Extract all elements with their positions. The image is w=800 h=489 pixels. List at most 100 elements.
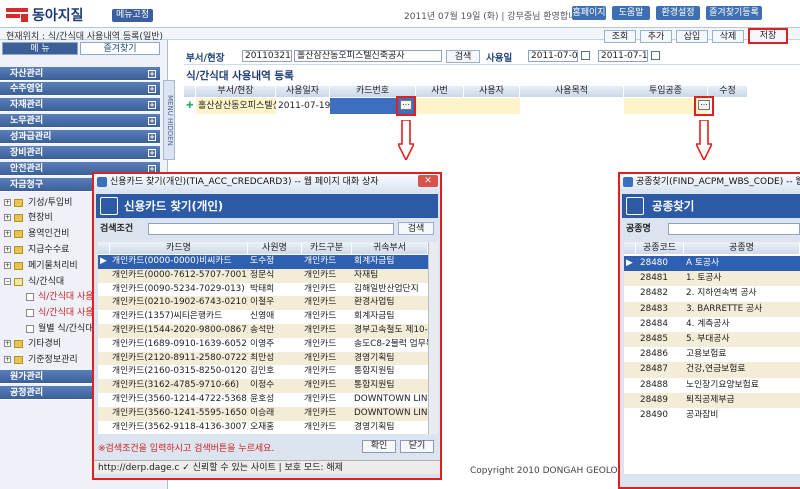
wbs-table-row[interactable]: ▶ 28480 A 토공사 bbox=[624, 256, 800, 272]
wbs-table-row[interactable]: 28488 노인장기요양보험료 bbox=[624, 378, 800, 393]
grid-header-dept[interactable]: 부서/현장 bbox=[196, 86, 276, 97]
insert-button[interactable]: 삽입 bbox=[676, 30, 708, 43]
grid-header-purpose[interactable]: 사용목적 bbox=[520, 86, 624, 97]
query-button[interactable]: 조회 bbox=[604, 30, 636, 43]
card-table-cell: 경부고속철도 제10-1 bbox=[354, 324, 428, 335]
date-to-input[interactable]: 2011-07-19 bbox=[598, 50, 648, 62]
card-table-row[interactable]: 개인카드(0090-5234-7029-013) 박태희 개인카드 김해일반산업단지 bbox=[98, 283, 428, 297]
sidebar-tab-favorites[interactable]: 즐겨찾기 bbox=[80, 42, 160, 55]
wbs-table-cell: 28480 bbox=[640, 258, 668, 268]
card-table-cell: 개인카드(3560-1214-4722-5368) bbox=[112, 393, 248, 404]
folder-icon bbox=[14, 262, 23, 270]
expand-icon: + bbox=[4, 246, 11, 253]
card-table-row[interactable]: 개인카드(3560-1241-5595-1650) 이승래 개인카드 DOWNTOWN… bbox=[98, 406, 428, 421]
calendar-icon[interactable] bbox=[581, 51, 590, 60]
close-icon[interactable]: ✕ bbox=[418, 175, 438, 187]
wbs-table-row[interactable]: 28483 3. BARRETTE 공사 bbox=[624, 301, 800, 317]
card-table-row[interactable]: 개인카드(1544-2020-9800-0867) 송석만 개인카드 경부고속철도 제… bbox=[98, 323, 428, 338]
card-table-cell: 자재팀 bbox=[354, 269, 379, 280]
wbs-table-cell: 28484 bbox=[640, 318, 668, 329]
col-dept[interactable]: 귀속부서 bbox=[352, 242, 428, 254]
grid-cell-empno[interactable] bbox=[416, 98, 464, 114]
col-wbs-name[interactable]: 공종명 bbox=[684, 242, 800, 254]
wbs-table-row[interactable]: 28489 퇴직공제부금 bbox=[624, 392, 800, 408]
wbs-table-cell: 건강,연금보험료 bbox=[686, 364, 746, 375]
grid-cell-purpose[interactable] bbox=[520, 98, 624, 114]
grid-cell-date[interactable]: 2011-07-19 bbox=[276, 98, 330, 114]
card-table-row[interactable]: 개인카드(3162-4785-9710-66) 이정수 개인카드 통합지원팀 bbox=[98, 379, 428, 393]
sidebar-category-labor[interactable]: 노무관리 + bbox=[0, 114, 160, 128]
close-label: 닫기 bbox=[408, 441, 426, 451]
sidebar-category-bonus[interactable]: 성과급관리 + bbox=[0, 130, 160, 144]
card-search-input[interactable] bbox=[148, 223, 394, 235]
homepage-button[interactable]: 홈페이지 bbox=[572, 6, 606, 20]
settings-button[interactable]: 환경설정 bbox=[656, 6, 700, 20]
card-table-row[interactable]: 개인카드(3562-9118-4136-3007) 오재홍 개인카드 경영기획팀 bbox=[98, 421, 428, 435]
wbs-lookup-button[interactable]: … bbox=[698, 99, 710, 110]
calendar-icon[interactable] bbox=[651, 51, 660, 60]
wbs-table-row[interactable]: 28487 건강,연금보험료 bbox=[624, 362, 800, 378]
grid-header-user[interactable]: 사용자 bbox=[464, 86, 520, 97]
card-table-row[interactable]: 개인카드(3560-1214-4722-5368) 윤호성 개인카드 DOWNTOWN… bbox=[98, 393, 428, 407]
card-table-row[interactable]: 개인카드(0210-1902-6743-0210) 이철우 개인카드 환경사업팀 bbox=[98, 296, 428, 311]
save-button[interactable]: 저장 bbox=[748, 28, 788, 44]
menu-hide-tab[interactable]: MENU HIDDEN bbox=[163, 80, 175, 160]
sidebar-category-equipment[interactable]: 장비관리 + bbox=[0, 146, 160, 160]
col-wbs-code[interactable]: 공종코드 bbox=[636, 242, 684, 254]
page-icon bbox=[26, 309, 34, 317]
wbs-table-row[interactable]: 28484 4. 계측공사 bbox=[624, 317, 800, 332]
card-search-button[interactable]: 검색 bbox=[398, 222, 434, 235]
col-employee[interactable]: 사원명 bbox=[248, 242, 302, 254]
card-table-cell: 개인카드 bbox=[304, 393, 337, 404]
grid-cell-dept[interactable]: 홀산삼산동오피스텔신 bbox=[196, 98, 276, 114]
card-table-row[interactable]: ▶ 개인카드(0000-0000)비씨카드 도수정 개인카드 회계자금팀 bbox=[98, 255, 428, 269]
sidebar-category-assets[interactable]: 자산관리 + bbox=[0, 67, 160, 81]
sidebar-category-label: 장비관리 bbox=[10, 148, 44, 158]
bookmark-add-button[interactable]: 즐겨찾기등록 bbox=[706, 6, 762, 20]
wbs-table-row[interactable]: 28482 2. 지하연속벽 공사 bbox=[624, 286, 800, 301]
user-greeting: 2011년 07월 19일 (화) | 강무중님 환영합니다. bbox=[404, 12, 588, 22]
card-confirm-button[interactable]: 확인 bbox=[362, 440, 396, 453]
card-table-cell: DOWNTOWN LINE STAGE bbox=[354, 407, 428, 418]
card-lookup-button[interactable]: … bbox=[400, 99, 412, 110]
wbs-table-cell: 28487 bbox=[640, 364, 668, 375]
card-table-scrollbar[interactable] bbox=[428, 242, 438, 434]
date-from-input[interactable]: 2011-07-01 bbox=[528, 50, 578, 62]
card-table-cell: 개인카드(0000-7612-5707-7001) bbox=[112, 269, 248, 280]
card-table-row[interactable]: 개인카드(1689-0910-1639-6052)삼성이영주 개인카드 송도C8-2… bbox=[98, 338, 428, 352]
ie-icon bbox=[623, 177, 633, 187]
dept-search-button[interactable]: 검색 bbox=[446, 50, 480, 63]
wbs-table-row[interactable]: 28486 고용보험료 bbox=[624, 347, 800, 362]
table-indicator-header bbox=[624, 242, 636, 254]
grid-cell-user[interactable] bbox=[464, 98, 520, 114]
sidebar-category-sales[interactable]: 수주영업 + bbox=[0, 82, 160, 96]
grid-header-date[interactable]: 사용일자 bbox=[276, 86, 330, 97]
wbs-table-row[interactable]: 28481 1. 토공사 bbox=[624, 271, 800, 287]
card-close-button[interactable]: 닫기 bbox=[400, 440, 434, 453]
card-table-row[interactable]: 개인카드(1357)씨티은행카드 신영애 개인카드 회계자금팀 bbox=[98, 310, 428, 324]
card-table-row[interactable]: 개인카드(0000-7612-5707-7001) 정문식 개인카드 자재팀 bbox=[98, 268, 428, 283]
menu-fix-button[interactable]: 메뉴고정 bbox=[112, 9, 154, 22]
dept-name-input[interactable]: 홀산삼산동오피스텔신축공사 bbox=[294, 50, 442, 62]
arrow-right-icon bbox=[626, 197, 644, 215]
card-table-row[interactable]: 개인카드(2120-8911-2580-0722) 최만성 개인카드 경영기획팀 bbox=[98, 351, 428, 366]
add-button[interactable]: 추가 bbox=[640, 30, 672, 43]
col-card-name[interactable]: 카드명 bbox=[110, 242, 248, 254]
delete-button[interactable]: 삭제 bbox=[712, 30, 744, 43]
grid-cell-edit[interactable] bbox=[708, 98, 748, 114]
card-table-cell: 개인카드(2160-0315-8250-0120) bbox=[112, 366, 248, 377]
grid-header-empno[interactable]: 사번 bbox=[416, 86, 464, 97]
help-button[interactable]: 도움말 bbox=[612, 6, 650, 20]
col-card-type[interactable]: 카드구분 bbox=[302, 242, 352, 254]
wbs-search-input[interactable] bbox=[668, 223, 800, 235]
sidebar-category-material[interactable]: 자재관리 + bbox=[0, 98, 160, 112]
sidebar-category-label: 공정관리 bbox=[10, 388, 44, 398]
wbs-table-row[interactable]: 28485 5. 부대공사 bbox=[624, 331, 800, 348]
card-table-row[interactable]: 개인카드(2160-0315-8250-0120) 김인호 개인카드 통합지원팀 bbox=[98, 365, 428, 379]
expand-icon: + bbox=[4, 230, 11, 237]
wbs-table-row[interactable]: 28490 공과잡비 bbox=[624, 408, 800, 423]
dept-code-input[interactable]: 2011032100 bbox=[242, 50, 292, 62]
grid-header-edit[interactable]: 수정 bbox=[708, 86, 748, 97]
sidebar-tab-menu[interactable]: 메 뉴 bbox=[2, 42, 78, 55]
sidebar-item-label: 식/간식대 bbox=[28, 277, 65, 287]
